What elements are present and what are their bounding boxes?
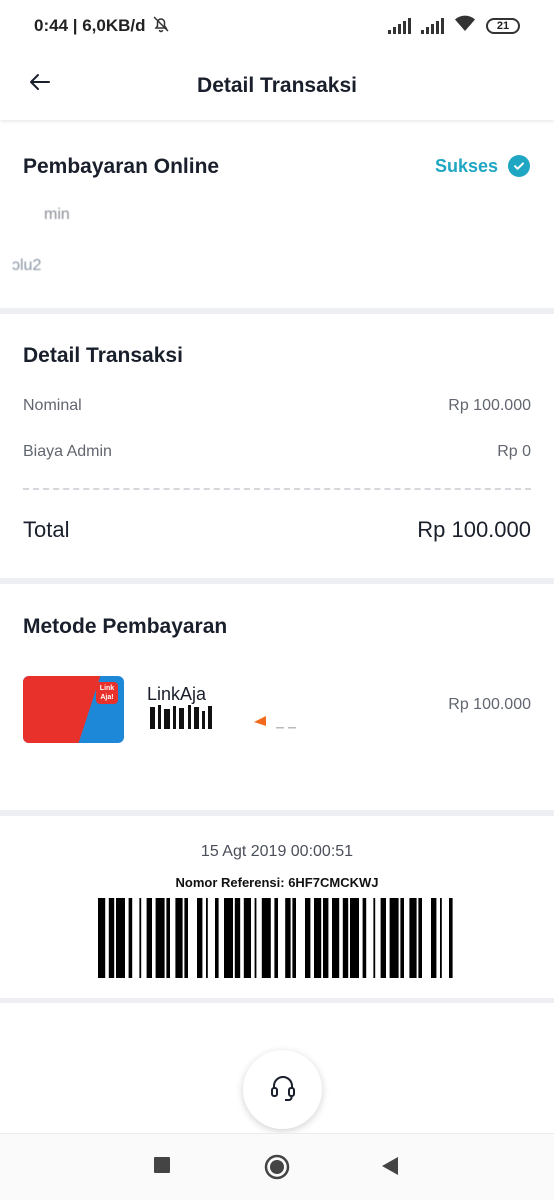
- barcode-bar: [380, 898, 386, 978]
- payment-title: Pembayaran Online: [23, 155, 220, 178]
- barcode-bar: [440, 898, 442, 978]
- barcode-bar: [323, 898, 329, 978]
- square-icon[interactable]: [153, 1156, 171, 1179]
- status-text: Sukses: [434, 155, 498, 176]
- barcode-bar: [116, 898, 125, 978]
- barcode-bar: [166, 898, 170, 978]
- barcode-bar: [342, 898, 349, 978]
- linkaja-card-image: Link Aja!: [23, 676, 124, 743]
- redacted-scribble: [150, 705, 296, 729]
- barcode-bar: [409, 898, 417, 978]
- barcode-bar: [98, 898, 106, 978]
- section-divider: [0, 998, 554, 1003]
- battery-level: 21: [496, 20, 510, 32]
- wifi-icon: [454, 15, 476, 37]
- dashed-divider: [23, 488, 531, 490]
- barcode-bar: [146, 898, 152, 978]
- barcode-bar: [108, 898, 115, 978]
- barcode-bar: [175, 898, 183, 978]
- headset-icon: [268, 1072, 298, 1107]
- signal-icon: [421, 18, 444, 34]
- barcode-bar: [431, 898, 437, 978]
- back-button[interactable]: [26, 70, 54, 98]
- total-label: Total: [23, 517, 70, 542]
- barcode-bar: [254, 898, 257, 978]
- barcode-bar: [274, 898, 278, 978]
- barcode-bar: [285, 898, 291, 978]
- status-right: 21: [388, 15, 520, 37]
- barcode: [98, 898, 453, 978]
- status-bar: 0:44 | 6,0KB/d 21: [0, 0, 554, 52]
- barcode-bar: [215, 898, 219, 978]
- method-title: Metode Pembayaran: [23, 615, 228, 638]
- barcode-bar: [197, 898, 203, 978]
- barcode-bar: [362, 898, 367, 978]
- total-row: Total Rp 100.000: [23, 517, 531, 543]
- reference-number: Nomor Referensi: 6HF7CMCKWJ: [175, 875, 379, 890]
- barcode-bar: [449, 898, 453, 978]
- status-badge: Sukses: [435, 155, 530, 177]
- fee-value: Rp 0: [497, 443, 531, 460]
- section-divider: [0, 810, 554, 816]
- fee-label: Biaya Admin: [23, 443, 112, 460]
- transaction-datetime: 15 Agt 2019 00:00:51: [200, 843, 354, 860]
- nominal-row: Nominal Rp 100.000: [23, 397, 531, 415]
- system-nav-bar: [0, 1133, 554, 1200]
- status-time: 0:44 | 6,0KB/d: [34, 16, 146, 35]
- section-divider: [0, 578, 554, 584]
- linkaja-logo: Link Aja!: [96, 682, 118, 704]
- barcode-bar: [139, 898, 142, 978]
- arrow-left-icon: [29, 73, 51, 96]
- signal-icon: [388, 18, 411, 34]
- barcode-bar: [305, 898, 311, 978]
- barcode-bar: [350, 898, 359, 978]
- nominal-label: Nominal: [23, 397, 82, 414]
- barcode-bar: [314, 898, 322, 978]
- barcode-bar: [155, 898, 165, 978]
- home-circle-icon[interactable]: [264, 1154, 290, 1185]
- help-button[interactable]: [243, 1050, 322, 1129]
- fee-row: Biaya Admin Rp 0: [23, 443, 531, 461]
- check-circle-icon: [508, 155, 530, 177]
- app-bar: Detail Transaksi: [0, 52, 554, 120]
- barcode-bar: [234, 898, 241, 978]
- page-title: Detail Transaksi: [197, 74, 357, 97]
- card-stripe: [23, 676, 103, 743]
- back-triangle-icon[interactable]: [381, 1156, 399, 1181]
- barcode-bar: [332, 898, 340, 978]
- method-name: LinkAja: [147, 684, 207, 704]
- barcode-bar: [292, 898, 296, 978]
- barcode-bar: [224, 898, 233, 978]
- section-divider: [0, 308, 554, 314]
- status-left: 0:44 | 6,0KB/d: [34, 15, 170, 38]
- barcode-bar: [400, 898, 404, 978]
- barcode-bar: [261, 898, 271, 978]
- details-title: Detail Transaksi: [23, 344, 183, 367]
- barcode-bar: [418, 898, 422, 978]
- blurred-detail-2: ɔlu2: [12, 257, 42, 274]
- blurred-detail-1: min: [44, 206, 70, 223]
- method-amount: Rp 100.000: [448, 696, 531, 713]
- barcode-bar: [243, 898, 251, 978]
- barcode-bar: [206, 898, 208, 978]
- battery-icon: 21: [486, 18, 520, 34]
- total-value: Rp 100.000: [417, 517, 531, 542]
- mute-bell-icon: [152, 15, 170, 38]
- barcode-bar: [184, 898, 188, 978]
- barcode-bar: [373, 898, 376, 978]
- nominal-value: Rp 100.000: [448, 397, 531, 414]
- barcode-bar: [389, 898, 399, 978]
- barcode-bar: [128, 898, 133, 978]
